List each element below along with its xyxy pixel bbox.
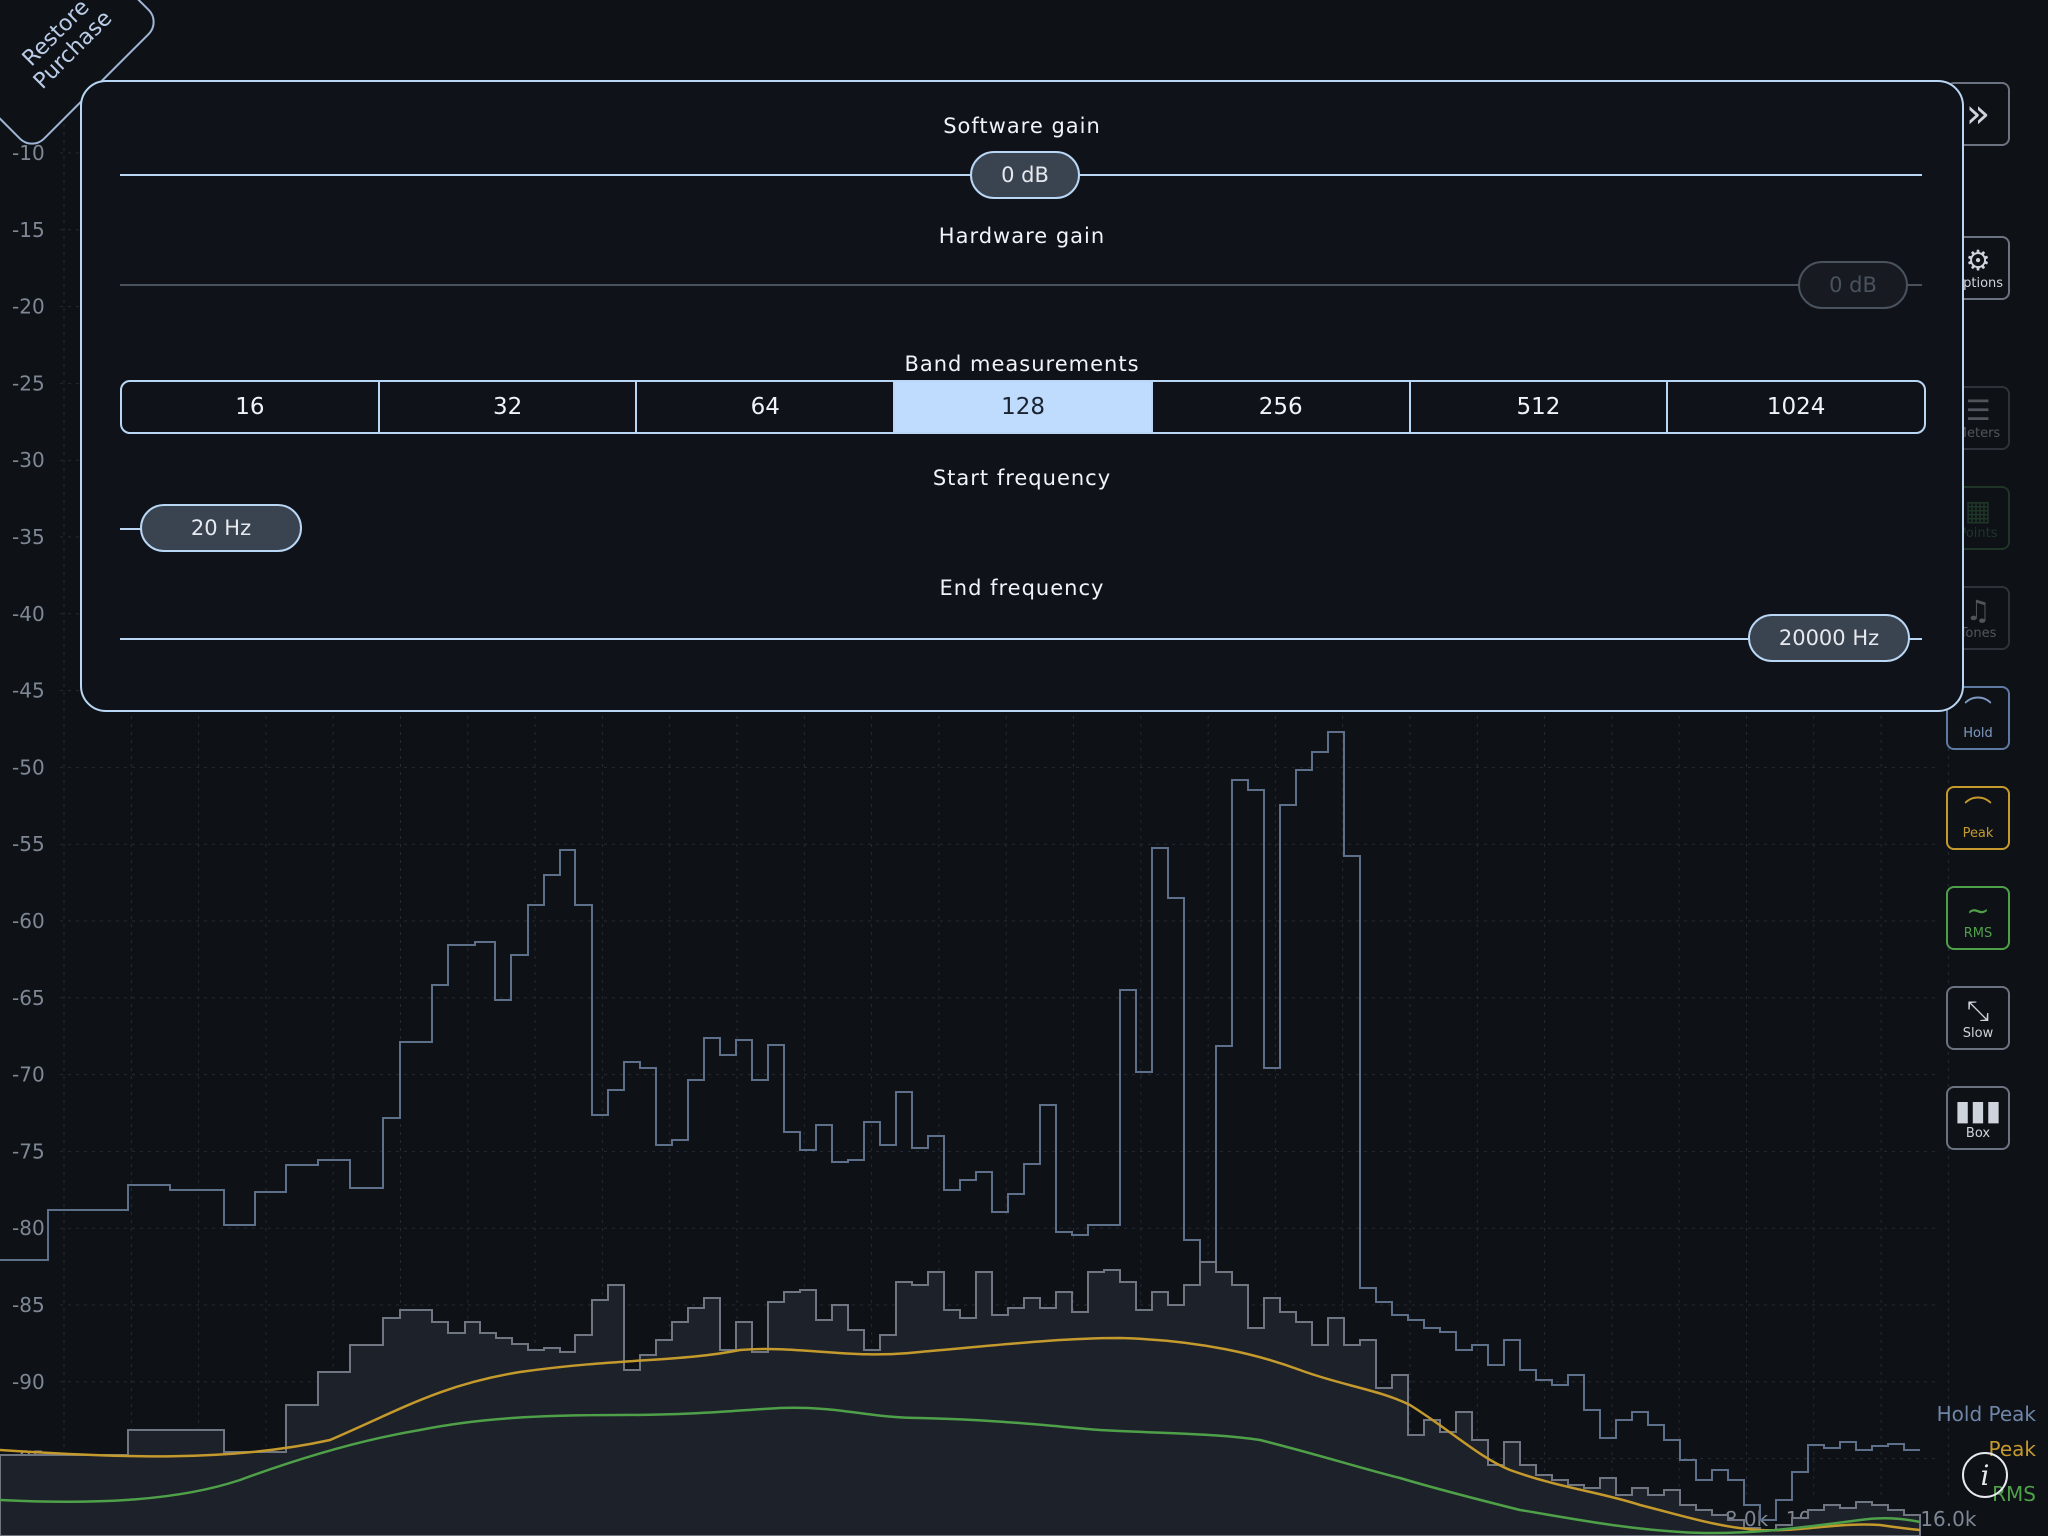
slow-button[interactable]: ⤡ Slow — [1946, 986, 2010, 1050]
y-tick-label: -15 — [12, 218, 45, 242]
band-option-1024[interactable]: 1024 — [1668, 382, 1924, 432]
band-measurements-label: Band measurements — [904, 352, 1140, 376]
double-chevron-right-icon: » — [1965, 91, 1991, 137]
band-option-256[interactable]: 256 — [1153, 382, 1411, 432]
band-option-512[interactable]: 512 — [1411, 382, 1669, 432]
tones-label: Tones — [1959, 625, 1997, 641]
y-tick-label: -65 — [12, 986, 45, 1010]
y-axis-labels: -10-15-20-25-30-35-40-45-50-55-60-65-70-… — [12, 141, 45, 1471]
hardware-gain-label: Hardware gain — [938, 224, 1106, 248]
box-button[interactable]: ▮▮▮ Box — [1946, 1086, 2010, 1150]
y-tick-label: -50 — [12, 755, 45, 779]
y-tick-label: -85 — [12, 1293, 45, 1317]
rms-button[interactable]: ∼ RMS — [1946, 886, 2010, 950]
meters-icon: ☰ — [1965, 393, 1991, 427]
y-tick-label: -30 — [12, 448, 45, 472]
software-gain-label: Software gain — [943, 114, 1101, 138]
start-frequency-handle[interactable]: 20 Hz — [140, 504, 302, 552]
y-tick-label: -45 — [12, 679, 45, 703]
x-tick-label: 16.0k — [1920, 1507, 1977, 1531]
y-tick-label: -75 — [12, 1139, 45, 1163]
band-option-16[interactable]: 16 — [122, 382, 380, 432]
end-frequency-handle[interactable]: 20000 Hz — [1748, 614, 1910, 662]
info-icon: i — [1980, 1458, 1990, 1492]
band-option-32[interactable]: 32 — [380, 382, 638, 432]
hold-label: Hold — [1963, 725, 1993, 741]
rms-curve-icon: ∼ — [1966, 893, 1990, 927]
info-button[interactable]: i — [1962, 1452, 2008, 1498]
peak-button[interactable]: ⌒ Peak — [1946, 786, 2010, 850]
y-tick-label: -20 — [12, 295, 45, 319]
settings-panel: Software gain 0 dB Hardware gain 0 dB Ba… — [80, 80, 1964, 712]
y-tick-label: -80 — [12, 1216, 45, 1240]
music-note-icon: ♫ — [1965, 593, 1991, 627]
hardware-gain-handle: 0 dB — [1798, 261, 1908, 309]
legend-hold-peak: Hold Peak — [1936, 1402, 2036, 1426]
band-measurements-selector[interactable]: 16 32 64 128 256 512 1024 — [120, 380, 1926, 434]
points-label: Points — [1958, 525, 1998, 541]
box-spectrum-fill — [0, 1261, 1921, 1536]
points-icon: ▦ — [1964, 493, 1992, 527]
slow-arrows-icon: ⤡ — [1966, 993, 1990, 1027]
peak-label: Peak — [1962, 825, 1994, 841]
y-tick-label: -90 — [12, 1370, 45, 1394]
y-tick-label: -40 — [12, 602, 45, 626]
y-tick-label: -35 — [12, 525, 45, 549]
hold-curve-icon: ⌒ — [1963, 693, 1992, 727]
box-bars-icon: ▮▮▮ — [1954, 1093, 2002, 1127]
peak-curve-icon: ⌒ — [1963, 793, 1992, 827]
band-option-128[interactable]: 128 — [895, 382, 1153, 432]
y-tick-label: -60 — [12, 909, 45, 933]
start-frequency-label: Start frequency — [932, 466, 1112, 490]
y-tick-label: -55 — [12, 832, 45, 856]
hardware-gain-slider — [120, 284, 1922, 286]
band-option-64[interactable]: 64 — [637, 382, 896, 432]
rms-label: RMS — [1963, 925, 1993, 941]
gear-icon: ⚙ — [1965, 243, 1991, 277]
end-frequency-label: End frequency — [939, 576, 1105, 600]
box-label: Box — [1965, 1125, 1991, 1141]
y-tick-label: -70 — [12, 1063, 45, 1087]
software-gain-handle[interactable]: 0 dB — [970, 151, 1080, 199]
slow-label: Slow — [1962, 1025, 1994, 1041]
y-tick-label: -25 — [12, 371, 45, 395]
end-frequency-slider[interactable] — [120, 638, 1922, 640]
